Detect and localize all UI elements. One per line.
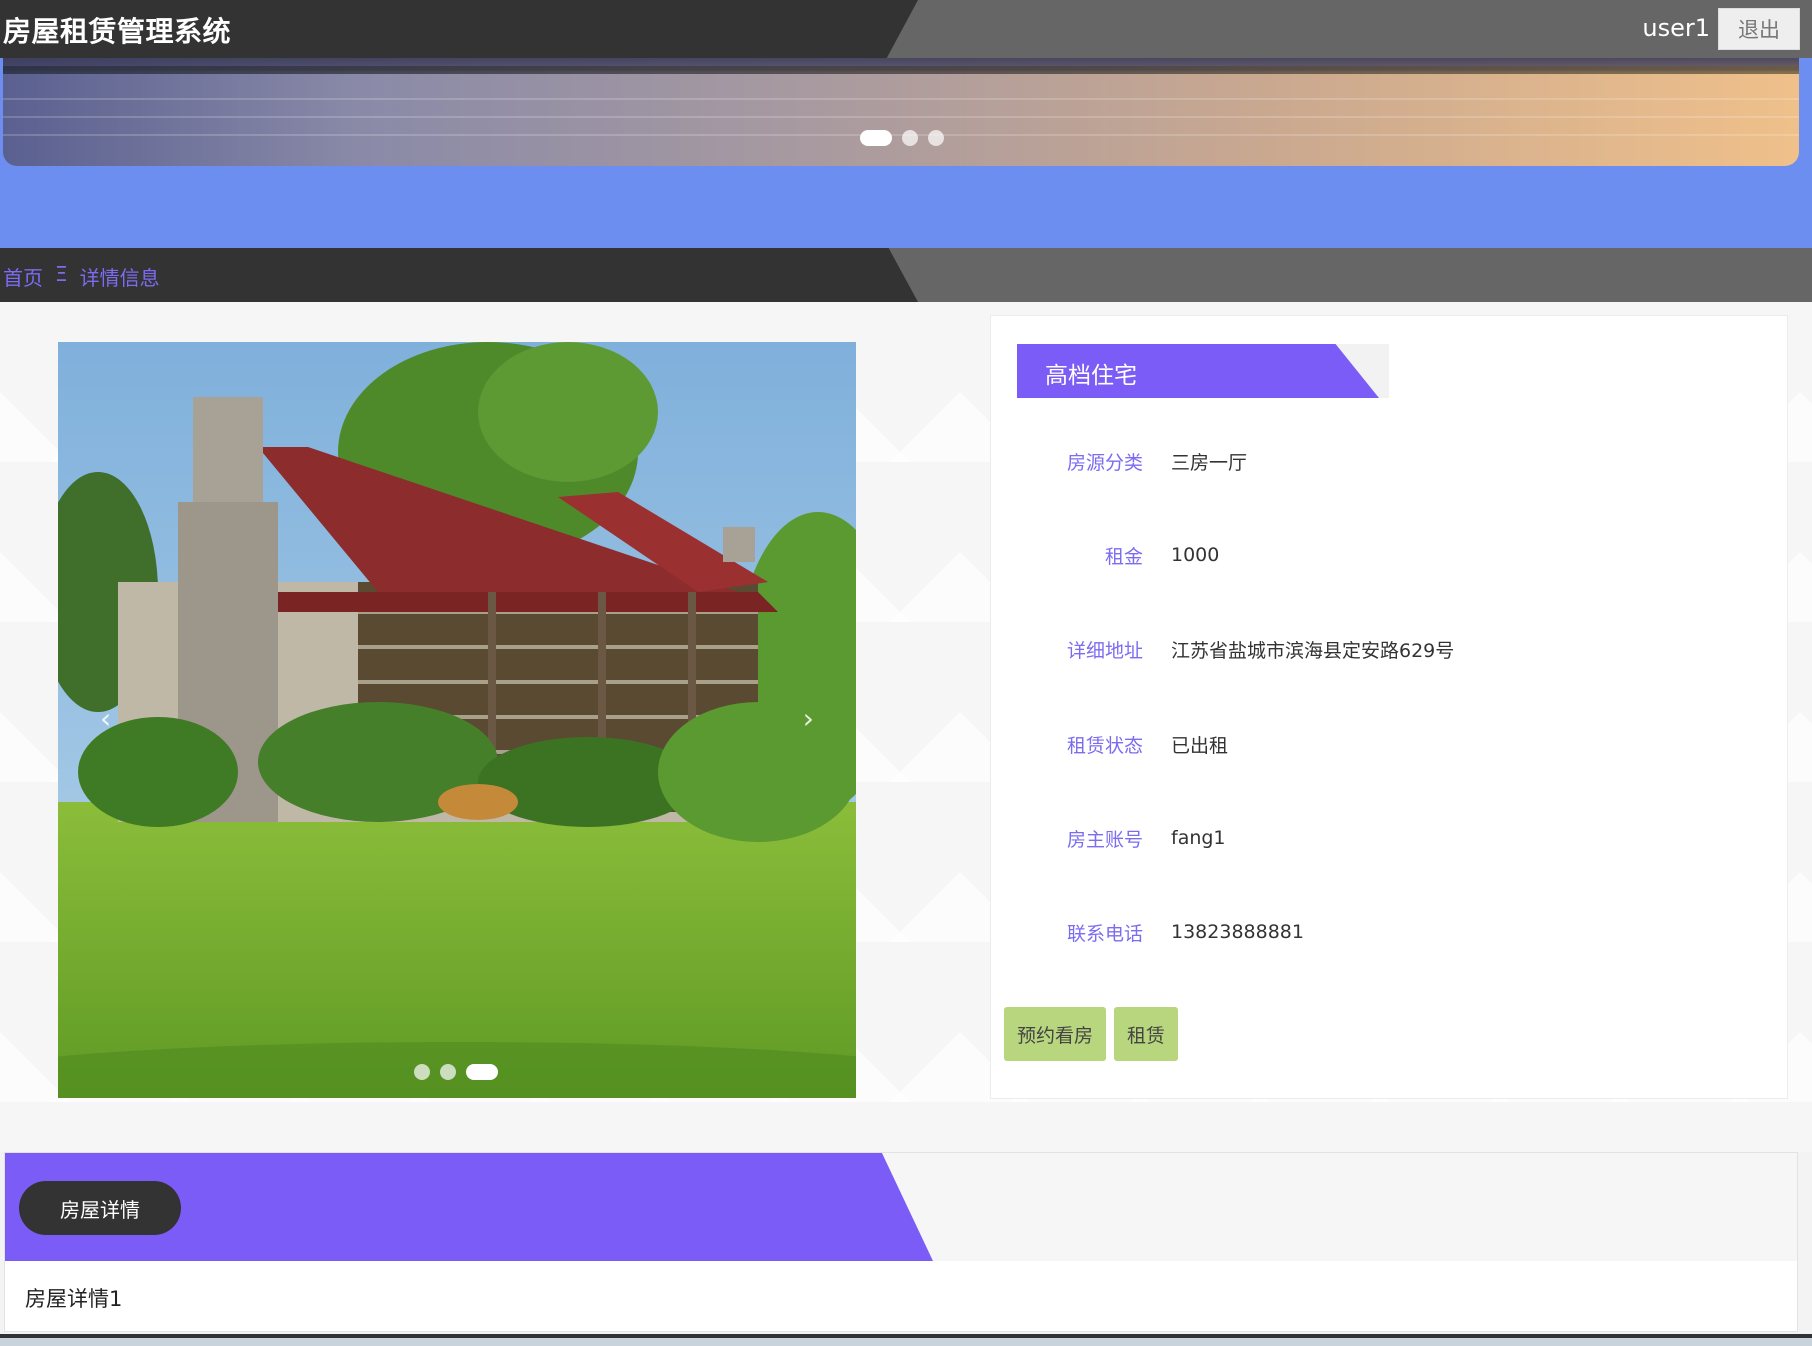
field-label: 租金: [1104, 545, 1143, 568]
field-row-address: 详细地址 江苏省盐城市滨海县定安路629号: [991, 634, 1787, 664]
house-detail-section: 房屋详情 房屋详情1: [4, 1152, 1798, 1332]
banner-image: [3, 58, 1799, 166]
banner-section: [0, 58, 1812, 248]
field-value: 13823888881: [1171, 921, 1304, 943]
field-label: 联系电话: [1066, 922, 1143, 945]
field-row-status: 租赁状态 已出租: [991, 729, 1787, 759]
logout-button[interactable]: 退出: [1718, 8, 1800, 50]
main-content: ‹ › 高档住宅 房源分类 三房一厅 租金 1000 详细地址 江苏省盐城市滨海…: [0, 302, 1812, 1152]
carousel-indicator: [414, 1064, 498, 1080]
house-photo-carousel[interactable]: ‹ ›: [58, 342, 856, 1098]
field-value: 三房一厅: [1171, 451, 1248, 474]
field-row-owner-account: 房主账号 fang1: [991, 823, 1787, 853]
breadcrumb-separator-icon: Ξ: [55, 262, 68, 286]
field-row-category: 房源分类 三房一厅: [991, 446, 1787, 476]
top-header: 房屋租赁管理系统 user1 退出: [0, 0, 1812, 58]
app-title: 房屋租赁管理系统: [3, 15, 232, 48]
banner-indicator: [860, 130, 944, 146]
carousel-dot-2[interactable]: [440, 1064, 456, 1080]
banner-dot-2[interactable]: [902, 130, 918, 146]
banner-ripple: [3, 116, 1799, 118]
field-value: 1000: [1171, 544, 1220, 566]
banner-ripple: [3, 98, 1799, 100]
field-label: 详细地址: [1066, 639, 1143, 662]
field-label: 租赁状态: [1066, 734, 1143, 757]
house-info-panel: 高档住宅 房源分类 三房一厅 租金 1000 详细地址 江苏省盐城市滨海县定安路…: [990, 315, 1788, 1099]
carousel-dot-3[interactable]: [466, 1064, 498, 1080]
rent-button[interactable]: 租赁: [1114, 1007, 1178, 1061]
tab-house-detail[interactable]: 房屋详情: [19, 1181, 181, 1235]
breadcrumb: 首页 Ξ 详情信息: [3, 262, 160, 291]
breadcrumb-bar: 首页 Ξ 详情信息: [0, 248, 1812, 302]
breadcrumb-home-link[interactable]: 首页: [3, 262, 43, 291]
detail-content: 房屋详情1: [25, 1287, 123, 1311]
banner-shoreline: [3, 66, 1799, 74]
house-title: 高档住宅: [1045, 363, 1137, 389]
house-photo: [58, 342, 856, 1098]
carousel-next-icon[interactable]: ›: [803, 702, 814, 735]
field-value: 已出租: [1171, 734, 1229, 757]
username-label[interactable]: user1: [1642, 14, 1710, 42]
banner-dot-1[interactable]: [860, 130, 892, 146]
field-value: fang1: [1171, 827, 1226, 849]
carousel-prev-icon[interactable]: ‹: [100, 702, 111, 735]
field-label: 房源分类: [1066, 451, 1143, 474]
carousel-dot-1[interactable]: [414, 1064, 430, 1080]
detail-header: 房屋详情: [5, 1153, 1797, 1261]
field-row-rent: 租金 1000: [991, 540, 1787, 570]
house-title-strip: 高档住宅: [1017, 344, 1389, 398]
field-label: 房主账号: [1066, 828, 1143, 851]
page-bottom-edge: [0, 1334, 1812, 1346]
field-row-phone: 联系电话 13823888881: [991, 917, 1787, 947]
book-viewing-button[interactable]: 预约看房: [1004, 1007, 1106, 1061]
banner-dot-3[interactable]: [928, 130, 944, 146]
breadcrumb-current[interactable]: 详情信息: [80, 262, 160, 291]
field-value: 江苏省盐城市滨海县定安路629号: [1171, 639, 1455, 662]
